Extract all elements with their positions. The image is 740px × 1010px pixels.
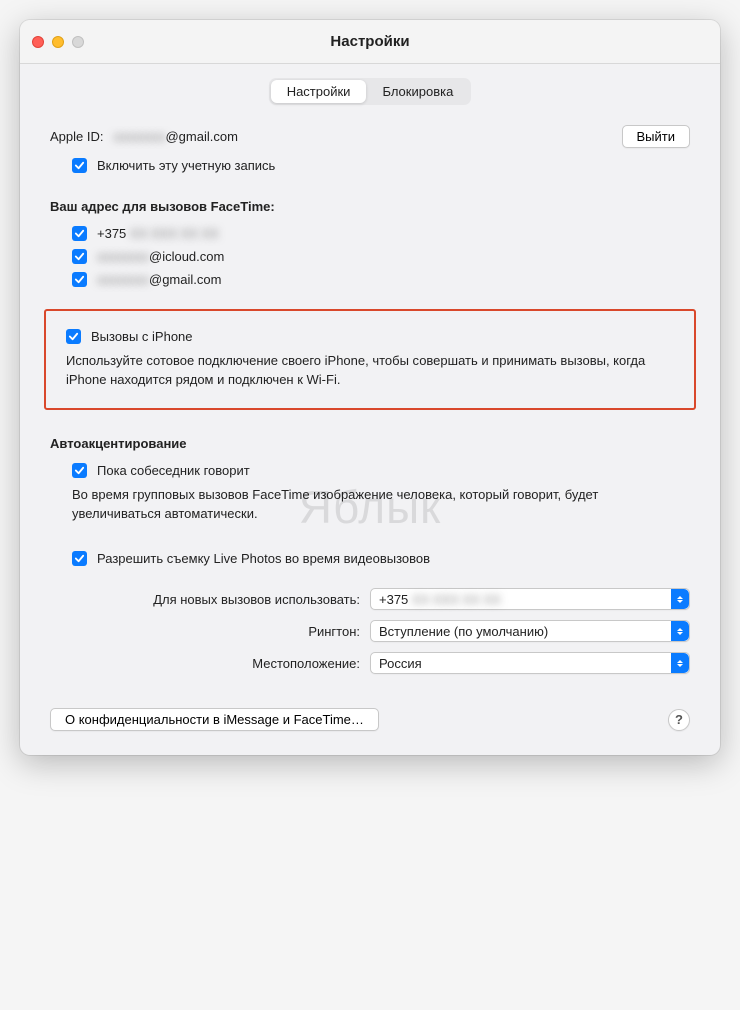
window-title: Настройки [330,33,409,50]
content-area: Apple ID: xxxxxxxx@gmail.com Выйти Включ… [20,125,720,755]
location-select[interactable]: Россия [370,652,690,674]
check-icon [74,251,85,262]
help-button[interactable]: ? [668,709,690,731]
tab-settings[interactable]: Настройки [271,80,367,103]
auto-prominence-row: Пока собеседник говорит [50,463,690,478]
apple-id-domain: @gmail.com [165,129,237,144]
apple-id-masked: xxxxxxxx [113,129,165,144]
titlebar: Настройки [20,20,720,64]
privacy-button[interactable]: О конфиденциальности в iMessage и FaceTi… [50,708,379,731]
auto-prominence-desc: Во время групповых вызовов FaceTime изоб… [50,486,690,524]
enable-account-label: Включить эту учетную запись [97,158,275,173]
iphone-calls-checkbox[interactable] [66,329,81,344]
address-checkbox[interactable] [72,226,87,241]
start-from-select[interactable]: +375 XX XXX XX XX [370,588,690,610]
iphone-calls-row: Вызовы с iPhone [66,329,674,344]
address-checkbox[interactable] [72,249,87,264]
address-checkbox[interactable] [72,272,87,287]
chevron-updown-icon [671,621,689,641]
auto-prominence-heading: Автоакцентирование [50,436,690,451]
window-controls [32,36,84,48]
location-label: Местоположение: [252,656,360,671]
check-icon [74,274,85,285]
sign-out-button[interactable]: Выйти [622,125,691,148]
address-value: xxxxxxxx@icloud.com [97,249,224,264]
apple-id-row: Apple ID: xxxxxxxx@gmail.com Выйти [50,125,690,148]
auto-prominence-label: Пока собеседник говорит [97,463,250,478]
ringtone-row: Рингтон: Вступление (по умолчанию) [50,620,690,642]
iphone-calls-label: Вызовы с iPhone [91,329,193,344]
select-value: +375 XX XXX XX XX [379,592,501,607]
address-row: xxxxxxxx@gmail.com [72,272,690,287]
facetime-addresses-heading: Ваш адрес для вызовов FaceTime: [50,199,690,214]
tab-blocking[interactable]: Блокировка [366,80,469,103]
ringtone-select[interactable]: Вступление (по умолчанию) [370,620,690,642]
location-row: Местоположение: Россия [50,652,690,674]
apple-id-label: Apple ID: [50,129,103,144]
address-value: xxxxxxxx@gmail.com [97,272,221,287]
check-icon [68,331,79,342]
iphone-calls-desc: Используйте сотовое подключение своего i… [66,352,674,390]
enable-account-checkbox[interactable] [72,158,87,173]
preferences-window: Настройки Настройки Блокировка Apple ID:… [20,20,720,755]
select-value: Россия [379,656,422,671]
chevron-updown-icon [671,589,689,609]
start-from-row: Для новых вызовов использовать: +375 XX … [50,588,690,610]
facetime-addresses-list: +375 XX XXX XX XX xxxxxxxx@icloud.com xx… [50,226,690,287]
address-row: +375 XX XXX XX XX [72,226,690,241]
start-from-label: Для новых вызовов использовать: [153,592,360,607]
address-row: xxxxxxxx@icloud.com [72,249,690,264]
minimize-icon[interactable] [52,36,64,48]
check-icon [74,228,85,239]
tabbar: Настройки Блокировка [20,64,720,125]
close-icon[interactable] [32,36,44,48]
live-photos-row: Разрешить съемку Live Photos во время ви… [50,551,690,566]
iphone-calls-highlight: Вызовы с iPhone Используйте сотовое подк… [44,309,696,410]
check-icon [74,160,85,171]
check-icon [74,553,85,564]
live-photos-checkbox[interactable] [72,551,87,566]
maximize-icon [72,36,84,48]
segmented-control: Настройки Блокировка [269,78,472,105]
chevron-updown-icon [671,653,689,673]
footer-row: О конфиденциальности в iMessage и FaceTi… [50,708,690,731]
live-photos-label: Разрешить съемку Live Photos во время ви… [97,551,430,566]
check-icon [74,465,85,476]
enable-account-row: Включить эту учетную запись [50,158,690,173]
auto-prominence-checkbox[interactable] [72,463,87,478]
ringtone-label: Рингтон: [308,624,360,639]
select-value: Вступление (по умолчанию) [379,624,548,639]
address-value: +375 XX XXX XX XX [97,226,219,241]
